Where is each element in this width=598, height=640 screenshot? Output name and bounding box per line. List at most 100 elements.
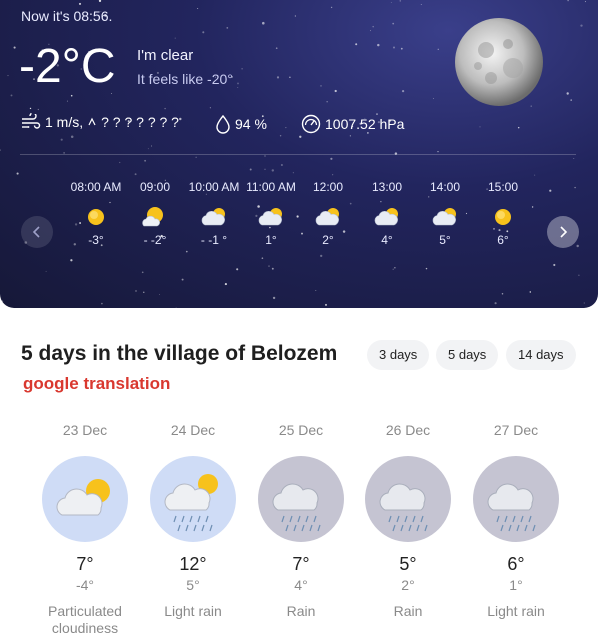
star [570, 99, 572, 101]
day-high-temp: 7° [292, 554, 310, 574]
star [566, 92, 569, 95]
sun-cloud-rain-icon [164, 474, 218, 532]
day-icon-circle [42, 456, 128, 542]
day-low-temp: 1° [509, 577, 523, 593]
star [420, 3, 422, 6]
star [66, 100, 68, 102]
star [236, 268, 239, 271]
translation-note: google translation [23, 374, 171, 393]
hour-icon [140, 204, 170, 230]
star [289, 76, 291, 78]
star [334, 89, 337, 93]
day-description: Particulated cloudiness [48, 603, 122, 636]
star [224, 283, 227, 286]
water-drop-icon [216, 114, 230, 134]
star [580, 24, 583, 27]
hour-icon [199, 204, 229, 230]
star [98, 0, 102, 3]
star [209, 107, 211, 109]
star [45, 270, 47, 272]
sun-icon [88, 209, 104, 225]
current-time-text: Now it's 08:56. [21, 8, 113, 24]
day-high-temp: 5° [399, 554, 417, 574]
star [271, 267, 274, 270]
star [13, 46, 16, 49]
star [164, 107, 166, 110]
star [134, 173, 137, 176]
star [501, 293, 504, 295]
day-low-temp: -4° [75, 577, 95, 593]
day-forecast[interactable]: 27 Dec 6° 1° Light rain [466, 422, 566, 620]
star [272, 296, 276, 300]
star [264, 168, 266, 170]
hour-time: 14:00 [429, 180, 461, 194]
scroll-left-button[interactable] [21, 216, 53, 248]
divider [20, 154, 576, 155]
day-forecast[interactable]: 23 Dec 7° -4° Particulated cloudiness [35, 422, 135, 637]
day-forecast[interactable]: 25 Dec 7° 4° Rain [251, 422, 351, 620]
star [264, 155, 266, 157]
day-description: Rain [286, 603, 316, 619]
day-high-temp: 7° [76, 554, 94, 574]
range-3-days-button[interactable]: 3 days [367, 340, 430, 370]
hour-time: 11:00 AM [246, 180, 296, 194]
star [437, 150, 439, 153]
day-date: 23 Dec [62, 422, 108, 438]
sun-icon [495, 209, 511, 225]
day-icon-circle [150, 456, 236, 542]
hour-temperature: 5° [439, 233, 451, 247]
hour-temperature: 6° [497, 233, 509, 247]
star [175, 307, 177, 308]
star [584, 1, 586, 3]
star [202, 31, 205, 34]
day-description: Light rain [487, 603, 545, 619]
hour-temperature: 1° [265, 233, 277, 247]
day-high-temp: 12° [179, 554, 207, 574]
day-low-temp: 2° [401, 577, 415, 593]
star [494, 302, 497, 305]
star [320, 85, 322, 87]
range-14-days-button[interactable]: 14 days [506, 340, 576, 370]
rain-cloud-icon [487, 483, 536, 532]
wind-stat: 1 m/s, ? ? ? ? ? ? ? [21, 114, 179, 130]
hourly-item: 14:00 5° [415, 178, 475, 247]
star [325, 303, 327, 306]
star [29, 107, 32, 110]
star [567, 0, 569, 2]
sun-cloud-icon [142, 207, 163, 227]
star [370, 30, 371, 32]
star [135, 290, 137, 292]
star [185, 250, 188, 253]
cloud-sun-icon [432, 208, 456, 226]
star [143, 291, 145, 293]
rain-cloud-icon [379, 483, 428, 532]
cloud-sun-icon [374, 208, 398, 226]
hourly-item: 09:00 - -2° [125, 178, 185, 247]
day-icon-circle [258, 456, 344, 542]
star [268, 265, 270, 267]
scroll-right-button[interactable] [547, 216, 579, 248]
hour-temperature: - -1 ° [200, 233, 228, 247]
hour-icon [81, 204, 111, 230]
range-5-days-button[interactable]: 5 days [436, 340, 499, 370]
star [0, 149, 1, 151]
hour-icon [372, 204, 402, 230]
wind-direction-icon [88, 117, 96, 126]
cloud-sun-icon [315, 208, 339, 226]
hour-time: 08:00 AM [70, 180, 122, 194]
cloud-sun-icon [56, 479, 110, 516]
day-forecast[interactable]: 24 Dec 12° 5° Light rain [143, 422, 243, 620]
hour-temperature: 4° [381, 233, 393, 247]
humidity-value: 94 % [235, 116, 267, 132]
chevron-left-icon [32, 226, 40, 238]
star [119, 161, 121, 164]
wind-icon [22, 114, 41, 129]
star [437, 48, 439, 50]
star [237, 87, 239, 88]
day-forecast[interactable]: 26 Dec 5° 2° Rain [358, 422, 458, 620]
star [1, 300, 4, 303]
hour-icon [430, 204, 460, 230]
star [401, 89, 405, 93]
star [399, 0, 401, 2]
day-low-temp: 5° [186, 577, 200, 593]
